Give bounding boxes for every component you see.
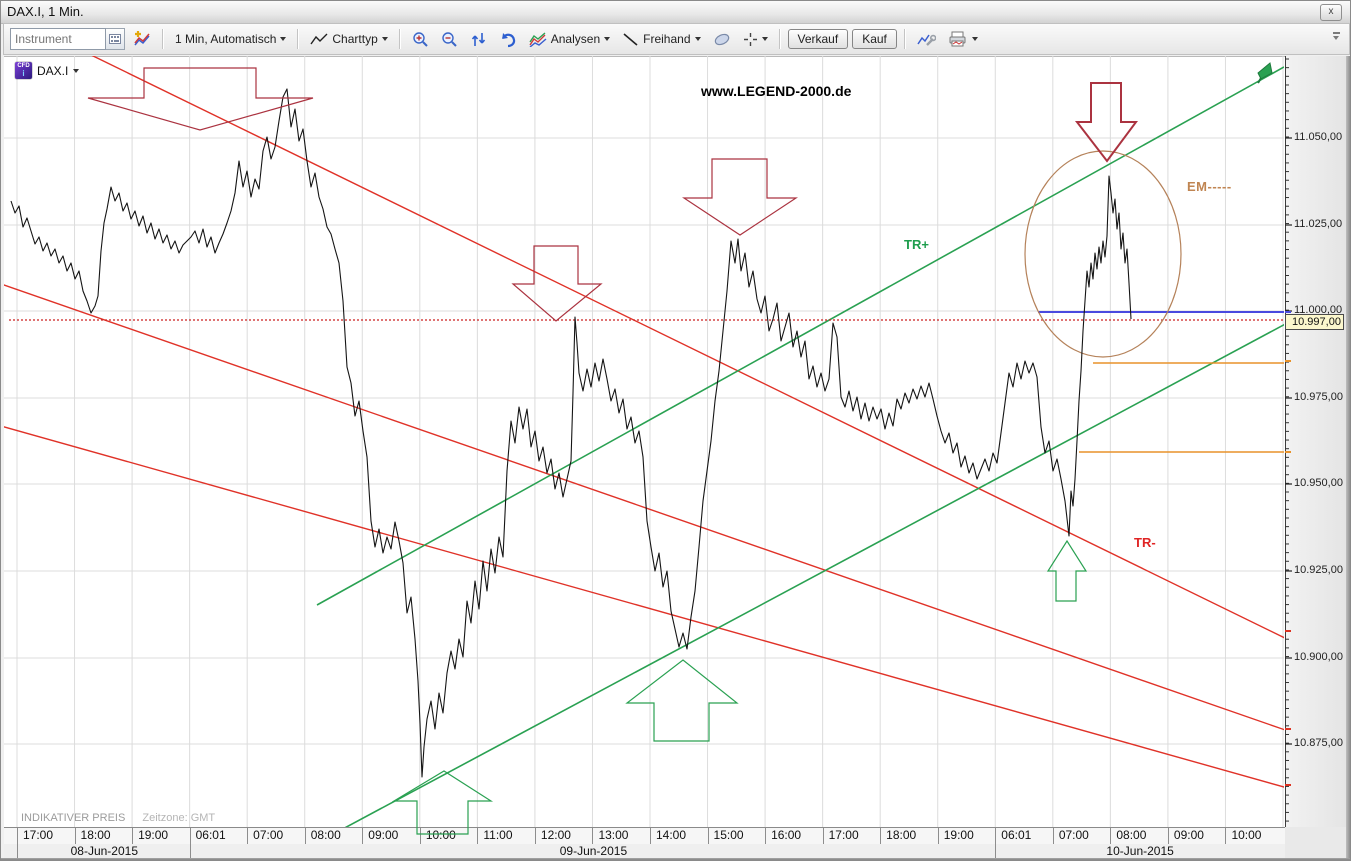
cfd-badge-icon: CFDi (15, 62, 32, 79)
time-axis-label: 08:00 (305, 828, 363, 844)
price-axis-label: 10.950,00 (1294, 477, 1343, 489)
instrument-legend[interactable]: CFDi DAX.I (15, 62, 79, 79)
time-axis-label: 09:00 (1168, 828, 1226, 844)
time-axis-label: 06:01 (190, 828, 248, 844)
title-bar[interactable]: DAX.I, 1 Min. x (1, 1, 1350, 24)
time-axis-label: 14:00 (650, 828, 708, 844)
analyses-icon (529, 32, 547, 47)
time-axis-label: 09:00 (362, 828, 420, 844)
chart-window: DAX.I, 1 Min. x 1 Min, Automatisch Chart (0, 0, 1351, 861)
undo-icon (499, 31, 517, 48)
toolbar-separator (162, 29, 164, 49)
time-axis-label: 06:01 (995, 828, 1053, 844)
date-axis: 08-Jun-201509-Jun-201510-Jun-2015 (4, 844, 1285, 859)
price-axis-label: 11.025,00 (1294, 218, 1342, 230)
chevron-down-icon (604, 37, 610, 41)
freehand-line-icon (622, 32, 639, 47)
window-title: DAX.I, 1 Min. (7, 4, 84, 19)
buy-button[interactable]: Kauf (852, 29, 897, 49)
chart-tools-button[interactable] (913, 29, 940, 50)
price-axis-label: 10.975,00 (1294, 391, 1343, 403)
indicative-price-label: INDIKATIVER PREIS (21, 812, 125, 824)
charttype-dropdown[interactable]: Charttyp (306, 30, 391, 48)
zoom-in-button[interactable] (408, 29, 433, 50)
price-axis-label: 10.925,00 (1294, 564, 1343, 576)
date-axis-label: 08-Jun-2015 (17, 844, 191, 858)
time-axis-label: 13:00 (592, 828, 650, 844)
price-axis-label: 10.875,00 (1294, 737, 1343, 749)
time-axis-label: 19:00 (132, 828, 190, 844)
eraser-icon (713, 32, 731, 47)
time-axis-label: 12:00 (535, 828, 593, 844)
price-axis-label: 10.900,00 (1294, 651, 1343, 663)
time-axis-label: 18:00 (880, 828, 938, 844)
charttype-icon (310, 32, 328, 46)
printer-icon (948, 31, 968, 47)
keyboard-icon (109, 34, 121, 44)
crosshair-dropdown[interactable] (739, 30, 772, 49)
current-price-label: 10.997,00 (1285, 314, 1344, 330)
chevron-down-icon (382, 37, 388, 41)
price-axis[interactable]: 11.050,0011.025,0011.000,0010.975,0010.9… (1285, 56, 1347, 827)
time-axis[interactable]: 17:0018:0019:0006:0107:0008:0009:0010:00… (4, 827, 1285, 845)
chevron-down-icon (762, 37, 768, 41)
close-button[interactable]: x (1320, 4, 1342, 21)
right-scroll-strip[interactable] (1346, 56, 1350, 858)
legend-symbol-label: DAX.I (37, 64, 68, 78)
toolbar: 1 Min, Automatisch Charttyp (3, 23, 1350, 55)
timeframe-label: 1 Min, Automatisch (175, 32, 276, 46)
time-axis-label: 07:00 (1053, 828, 1111, 844)
time-axis-label: 18:00 (75, 828, 133, 844)
zoom-out-button[interactable] (437, 29, 462, 50)
price-axis-label: 11.050,00 (1294, 131, 1342, 143)
time-axis-label: 11:00 (477, 828, 535, 844)
print-dropdown[interactable] (944, 29, 982, 49)
toolbar-separator (399, 29, 401, 49)
close-icon: x (1329, 6, 1334, 17)
toolbar-separator (779, 29, 781, 49)
time-axis-label: 16:00 (765, 828, 823, 844)
time-axis-label: 08:00 (1110, 828, 1168, 844)
timeframe-dropdown[interactable]: 1 Min, Automatisch (171, 30, 290, 48)
analyses-label: Analysen (551, 32, 600, 46)
pan-arrows-icon (470, 31, 487, 48)
chart-plot-area[interactable] (4, 56, 1285, 828)
time-axis-label: 17:00 (17, 828, 75, 844)
instrument-input[interactable] (10, 28, 106, 50)
chevron-down-icon (695, 37, 701, 41)
chevron-down-icon (280, 37, 286, 41)
date-axis-label: 09-Jun-2015 (190, 844, 997, 858)
crosshair-icon (743, 32, 758, 47)
time-axis-label: 19:00 (938, 828, 996, 844)
charttype-label: Charttyp (332, 32, 377, 46)
chevron-down-icon (73, 69, 79, 73)
time-axis-label: 17:00 (823, 828, 881, 844)
toolbar-separator (297, 29, 299, 49)
zoom-out-icon (441, 31, 458, 48)
time-axis-label: 15:00 (708, 828, 766, 844)
freehand-dropdown[interactable]: Freihand (618, 30, 704, 49)
chart-wrench-icon (917, 31, 936, 48)
zoom-in-icon (412, 31, 429, 48)
chevron-down-icon (972, 37, 978, 41)
eraser-button[interactable] (709, 30, 735, 49)
chart-add-button[interactable] (129, 28, 155, 50)
sell-button[interactable]: Verkauf (788, 29, 849, 49)
time-axis-label: 10:00 (1225, 828, 1283, 844)
axis-corner (1285, 827, 1346, 858)
freehand-label: Freihand (643, 32, 690, 46)
analyses-dropdown[interactable]: Analysen (525, 30, 614, 49)
undo-button[interactable] (495, 29, 521, 50)
toolbar-separator (904, 29, 906, 49)
chart-add-icon (133, 30, 151, 48)
pan-scale-button[interactable] (466, 29, 491, 50)
date-axis-label: 10-Jun-2015 (995, 844, 1284, 858)
timezone-label: Zeitzone: GMT (142, 812, 215, 824)
time-axis-label: 10:00 (420, 828, 478, 844)
instrument-lookup-button[interactable] (106, 28, 125, 50)
time-axis-label: 07:00 (247, 828, 305, 844)
status-text: INDIKATIVER PREIS Zeitzone: GMT (21, 812, 215, 824)
toolbar-overflow-button[interactable] (1331, 32, 1343, 44)
